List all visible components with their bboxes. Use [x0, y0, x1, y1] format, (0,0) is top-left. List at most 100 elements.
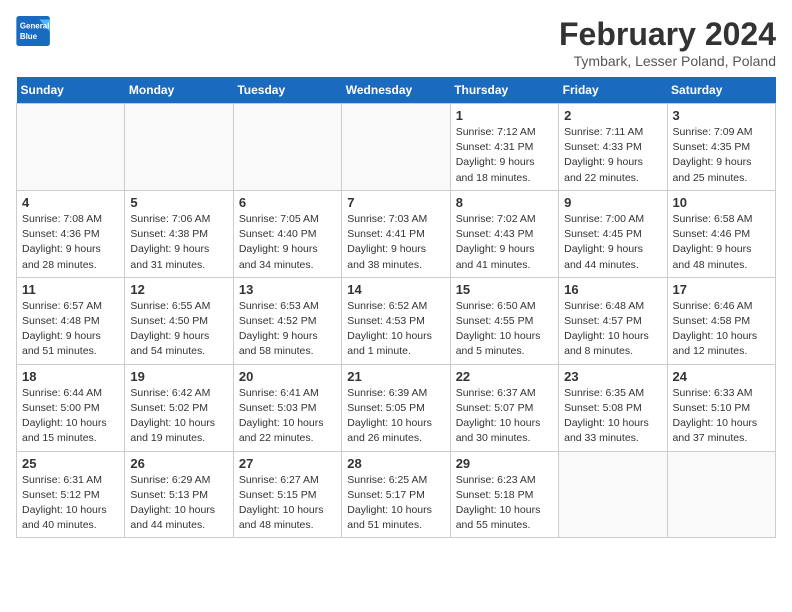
day-info: Sunrise: 7:08 AM Sunset: 4:36 PM Dayligh… — [22, 212, 119, 273]
weekday-header: Monday — [125, 77, 233, 104]
day-info: Sunrise: 7:00 AM Sunset: 4:45 PM Dayligh… — [564, 212, 661, 273]
day-number: 27 — [239, 456, 336, 471]
calendar-cell — [125, 104, 233, 191]
day-number: 2 — [564, 108, 661, 123]
day-info: Sunrise: 7:09 AM Sunset: 4:35 PM Dayligh… — [673, 125, 770, 186]
day-number: 15 — [456, 282, 553, 297]
calendar-cell: 24 Sunrise: 6:33 AM Sunset: 5:10 PM Dayli… — [667, 364, 775, 451]
svg-text:General: General — [20, 21, 50, 30]
weekday-header: Thursday — [450, 77, 558, 104]
day-number: 16 — [564, 282, 661, 297]
day-number: 7 — [347, 195, 444, 210]
day-info: Sunrise: 7:06 AM Sunset: 4:38 PM Dayligh… — [130, 212, 227, 273]
day-number: 9 — [564, 195, 661, 210]
calendar-week-row: 25 Sunrise: 6:31 AM Sunset: 5:12 PM Dayli… — [17, 451, 776, 538]
day-number: 3 — [673, 108, 770, 123]
month-title: February 2024 — [559, 16, 776, 53]
day-info: Sunrise: 6:44 AM Sunset: 5:00 PM Dayligh… — [22, 386, 119, 447]
day-info: Sunrise: 6:55 AM Sunset: 4:50 PM Dayligh… — [130, 299, 227, 360]
title-area: February 2024 Tymbark, Lesser Poland, Po… — [559, 16, 776, 69]
day-info: Sunrise: 6:58 AM Sunset: 4:46 PM Dayligh… — [673, 212, 770, 273]
day-info: Sunrise: 6:37 AM Sunset: 5:07 PM Dayligh… — [456, 386, 553, 447]
calendar-week-row: 1 Sunrise: 7:12 AM Sunset: 4:31 PM Daylig… — [17, 104, 776, 191]
calendar-cell: 13Sunrise: 6:53 AM Sunset: 4:52 PM Dayli… — [233, 277, 341, 364]
day-info: Sunrise: 6:57 AM Sunset: 4:48 PM Dayligh… — [22, 299, 119, 360]
subtitle: Tymbark, Lesser Poland, Poland — [559, 53, 776, 69]
day-number: 29 — [456, 456, 553, 471]
day-info: Sunrise: 6:31 AM Sunset: 5:12 PM Dayligh… — [22, 473, 119, 534]
day-number: 25 — [22, 456, 119, 471]
day-number: 8 — [456, 195, 553, 210]
day-info: Sunrise: 6:27 AM Sunset: 5:15 PM Dayligh… — [239, 473, 336, 534]
day-info: Sunrise: 6:50 AM Sunset: 4:55 PM Dayligh… — [456, 299, 553, 360]
calendar-cell: 21Sunrise: 6:39 AM Sunset: 5:05 PM Dayli… — [342, 364, 450, 451]
svg-text:Blue: Blue — [20, 32, 38, 41]
day-number: 22 — [456, 369, 553, 384]
calendar-week-row: 11 Sunrise: 6:57 AM Sunset: 4:48 PM Dayli… — [17, 277, 776, 364]
day-number: 11 — [22, 282, 119, 297]
calendar-cell: 25 Sunrise: 6:31 AM Sunset: 5:12 PM Dayli… — [17, 451, 125, 538]
day-number: 19 — [130, 369, 227, 384]
calendar-cell — [667, 451, 775, 538]
calendar-cell — [17, 104, 125, 191]
calendar-body: 1 Sunrise: 7:12 AM Sunset: 4:31 PM Daylig… — [17, 104, 776, 538]
day-number: 24 — [673, 369, 770, 384]
calendar-cell: 16 Sunrise: 6:48 AM Sunset: 4:57 PM Dayli… — [559, 277, 667, 364]
day-number: 28 — [347, 456, 444, 471]
day-info: Sunrise: 6:33 AM Sunset: 5:10 PM Dayligh… — [673, 386, 770, 447]
calendar-cell: 7 Sunrise: 7:03 AM Sunset: 4:41 PM Daylig… — [342, 190, 450, 277]
weekday-header: Friday — [559, 77, 667, 104]
calendar-cell: 11 Sunrise: 6:57 AM Sunset: 4:48 PM Dayli… — [17, 277, 125, 364]
day-info: Sunrise: 6:46 AM Sunset: 4:58 PM Dayligh… — [673, 299, 770, 360]
day-number: 17 — [673, 282, 770, 297]
calendar-cell: 20 Sunrise: 6:41 AM Sunset: 5:03 PM Dayli… — [233, 364, 341, 451]
logo-icon: General Blue — [16, 16, 52, 46]
day-number: 23 — [564, 369, 661, 384]
day-info: Sunrise: 6:48 AM Sunset: 4:57 PM Dayligh… — [564, 299, 661, 360]
weekday-header-row: SundayMondayTuesdayWednesdayThursdayFrid… — [17, 77, 776, 104]
day-number: 14 — [347, 282, 444, 297]
day-number: 10 — [673, 195, 770, 210]
day-number: 20 — [239, 369, 336, 384]
calendar-cell: 1 Sunrise: 7:12 AM Sunset: 4:31 PM Daylig… — [450, 104, 558, 191]
day-info: Sunrise: 7:02 AM Sunset: 4:43 PM Dayligh… — [456, 212, 553, 273]
calendar-cell: 5 Sunrise: 7:06 AM Sunset: 4:38 PM Daylig… — [125, 190, 233, 277]
day-number: 13 — [239, 282, 336, 297]
calendar-cell: 3 Sunrise: 7:09 AM Sunset: 4:35 PM Daylig… — [667, 104, 775, 191]
logo: General Blue — [16, 16, 52, 46]
day-info: Sunrise: 6:29 AM Sunset: 5:13 PM Dayligh… — [130, 473, 227, 534]
day-info: Sunrise: 7:03 AM Sunset: 4:41 PM Dayligh… — [347, 212, 444, 273]
calendar-cell: 22 Sunrise: 6:37 AM Sunset: 5:07 PM Dayli… — [450, 364, 558, 451]
calendar-week-row: 4 Sunrise: 7:08 AM Sunset: 4:36 PM Daylig… — [17, 190, 776, 277]
calendar-cell: 29Sunrise: 6:23 AM Sunset: 5:18 PM Dayli… — [450, 451, 558, 538]
weekday-header: Wednesday — [342, 77, 450, 104]
day-info: Sunrise: 6:25 AM Sunset: 5:17 PM Dayligh… — [347, 473, 444, 534]
day-info: Sunrise: 6:35 AM Sunset: 5:08 PM Dayligh… — [564, 386, 661, 447]
calendar-cell — [342, 104, 450, 191]
day-info: Sunrise: 6:41 AM Sunset: 5:03 PM Dayligh… — [239, 386, 336, 447]
day-info: Sunrise: 6:52 AM Sunset: 4:53 PM Dayligh… — [347, 299, 444, 360]
day-info: Sunrise: 7:05 AM Sunset: 4:40 PM Dayligh… — [239, 212, 336, 273]
calendar-cell: 14 Sunrise: 6:52 AM Sunset: 4:53 PM Dayli… — [342, 277, 450, 364]
calendar-cell: 10 Sunrise: 6:58 AM Sunset: 4:46 PM Dayli… — [667, 190, 775, 277]
calendar-cell: 18Sunrise: 6:44 AM Sunset: 5:00 PM Dayli… — [17, 364, 125, 451]
calendar-cell: 12 Sunrise: 6:55 AM Sunset: 4:50 PM Dayli… — [125, 277, 233, 364]
day-number: 21 — [347, 369, 444, 384]
calendar-cell: 27 Sunrise: 6:27 AM Sunset: 5:15 PM Dayli… — [233, 451, 341, 538]
calendar-cell — [233, 104, 341, 191]
calendar-cell: 17 Sunrise: 6:46 AM Sunset: 4:58 PM Dayli… — [667, 277, 775, 364]
day-info: Sunrise: 6:42 AM Sunset: 5:02 PM Dayligh… — [130, 386, 227, 447]
calendar-cell: 4 Sunrise: 7:08 AM Sunset: 4:36 PM Daylig… — [17, 190, 125, 277]
day-number: 5 — [130, 195, 227, 210]
day-number: 4 — [22, 195, 119, 210]
day-number: 26 — [130, 456, 227, 471]
weekday-header: Saturday — [667, 77, 775, 104]
weekday-header: Tuesday — [233, 77, 341, 104]
calendar-week-row: 18Sunrise: 6:44 AM Sunset: 5:00 PM Dayli… — [17, 364, 776, 451]
calendar-table: SundayMondayTuesdayWednesdayThursdayFrid… — [16, 77, 776, 538]
day-number: 1 — [456, 108, 553, 123]
day-info: Sunrise: 7:12 AM Sunset: 4:31 PM Dayligh… — [456, 125, 553, 186]
day-info: Sunrise: 7:11 AM Sunset: 4:33 PM Dayligh… — [564, 125, 661, 186]
calendar-cell: 26 Sunrise: 6:29 AM Sunset: 5:13 PM Dayli… — [125, 451, 233, 538]
day-number: 12 — [130, 282, 227, 297]
